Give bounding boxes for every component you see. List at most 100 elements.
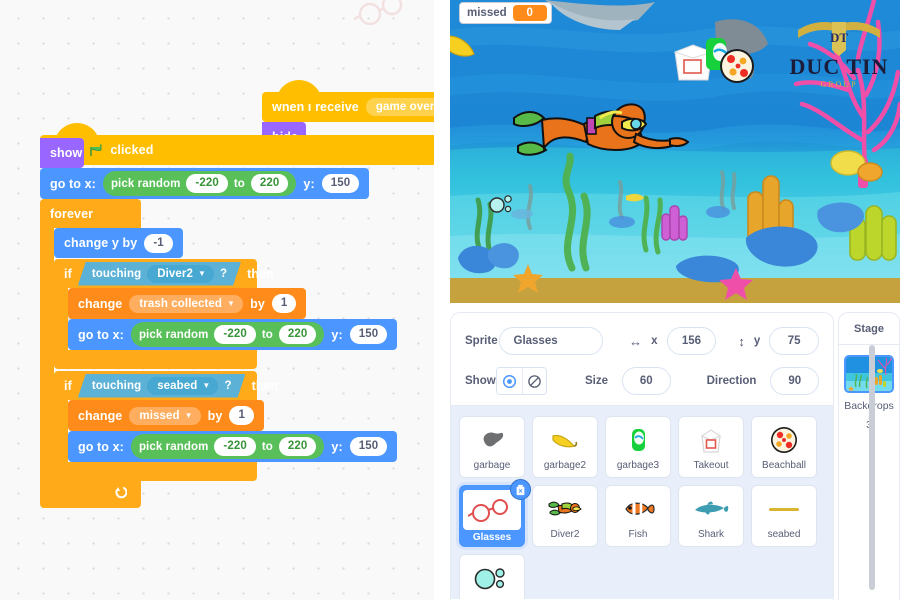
seabed-icon [768,491,800,527]
chevron-down-icon: ▼ [197,268,206,278]
forever-left-wall [40,228,54,478]
pick-random-block-1[interactable]: pick random -220 to 220 [102,171,297,196]
by-label: by [250,296,265,311]
diver-icon [548,491,582,527]
when-i-receive-block[interactable]: when I receive game over ▼ [262,80,434,122]
then-label: then [247,266,274,281]
if-seabed-footer [54,462,257,481]
sprite-name: Fish [628,529,648,540]
x-label: x [651,335,658,347]
variable-dropdown-trash[interactable]: trash collected ▼ [129,294,244,313]
stage-display[interactable]: DT DUC TIN GROUP missed 0 [450,0,900,303]
sprite-name: garbage [473,460,511,471]
change-trash-collected-block[interactable]: change trash collected ▼ by 1 [68,288,307,319]
delete-sprite-button[interactable] [510,479,531,500]
sprite-card-garbage[interactable]: garbage [459,416,525,478]
touching-diver2-predicate[interactable]: touching Diver2 ▼ ? [78,262,241,286]
stage-logo-title: DUC TIN [790,54,889,79]
change-missed-block[interactable]: change missed ▼ by 1 [68,400,264,431]
variable-dropdown-missed[interactable]: missed ▼ [129,406,201,425]
code-workspace[interactable]: when I receive game over ▼ hide when cli… [0,0,434,600]
random-to-input[interactable]: 220 [278,437,317,456]
eye-icon [502,374,517,388]
sprite-card-orange[interactable]: Orange [459,554,525,599]
if-diver2-header[interactable]: if touching Diver2 ▼ ? then [54,259,274,288]
sprite-list[interactable]: garbage garbage2 garbage3 Takeout Beachb… [451,406,833,599]
show-block[interactable]: show [40,138,84,168]
message-value: game over [375,101,434,113]
touching-seabed-predicate[interactable]: touching seabed ▼ ? [78,374,246,398]
sprite-name: Beachball [762,460,806,471]
by-label: by [207,408,223,423]
pick-random-block-2[interactable]: pick random -220 to 220 [130,322,325,347]
message-dropdown[interactable]: game over ▼ [365,98,434,116]
shark-icon [693,491,729,527]
monitor-label: missed [467,7,507,19]
go-to-y-label: y: [331,439,343,454]
change-label: change [78,296,123,311]
if-label: if [64,378,72,393]
sprite-card-seabed[interactable]: seabed [751,485,817,547]
sprite-card-takeout[interactable]: Takeout [678,416,744,478]
sprite-card-beachball[interactable]: Beachball [751,416,817,478]
go-to-y-label: y: [331,327,343,342]
y-input-2[interactable]: 150 [349,325,388,344]
sprite-name: Takeout [693,460,729,471]
go-to-xy-block-3[interactable]: go to x: pick random -220 to 220 y: 150 [68,431,398,462]
size-input[interactable]: 60 [622,367,671,395]
sprite-card-shark[interactable]: Shark [678,485,744,547]
sprite-card-garbage2[interactable]: garbage2 [532,416,598,478]
sprite-name-input[interactable]: Glasses [498,327,604,355]
when-flag-clicked-block[interactable]: when clicked [40,123,434,165]
y-input-1[interactable]: 150 [321,174,360,193]
banana-icon [550,422,580,458]
direction-label: Direction [706,375,757,387]
panel-scrollbar[interactable] [869,345,875,590]
to-label: to [261,440,273,453]
change-trash-value[interactable]: 1 [271,294,297,313]
chevron-down-icon: ▼ [202,380,211,390]
random-to-input[interactable]: 220 [250,174,289,193]
show-visible-button[interactable] [497,368,522,394]
variable-name-missed: missed [139,409,180,422]
sprite-card-fish[interactable]: Fish [605,485,671,547]
sprite-name: garbage2 [543,460,587,471]
variable-monitor-missed: missed 0 [459,2,552,24]
soda-can-icon [628,422,648,458]
svg-text:DT: DT [830,30,848,45]
pick-random-block-3[interactable]: pick random -220 to 220 [130,434,325,459]
go-to-x-label: go to x: [50,176,96,191]
if-diver2-footer [54,350,257,369]
y-input-3[interactable]: 150 [349,437,388,456]
x-position-input[interactable]: 156 [666,327,717,355]
y-position-value: 75 [787,335,801,347]
sprite-card-glasses[interactable]: Glasses [459,479,531,547]
question-mark-label: ? [219,267,228,280]
sprite-name: Orange [460,596,524,599]
random-from-input[interactable]: -220 [214,437,256,456]
clicked-label: clicked [110,143,154,157]
forever-header[interactable]: forever [40,199,141,228]
random-from-input[interactable]: -220 [214,325,256,344]
sprite-card-garbage3[interactable]: garbage3 [605,416,671,478]
if-label: if [64,266,72,281]
touching-target-dropdown[interactable]: seabed ▼ [147,377,218,395]
change-y-label: change y by [64,236,138,250]
change-y-input[interactable]: -1 [144,233,173,253]
show-hidden-button[interactable] [521,368,546,394]
go-to-xy-block-2[interactable]: go to x: pick random -220 to 220 y: 150 [68,319,398,350]
to-label: to [261,328,273,341]
change-missed-value[interactable]: 1 [229,406,254,425]
if-seabed-header[interactable]: if touching seabed ▼ ? then [54,371,278,400]
direction-input[interactable]: 90 [770,367,820,395]
show-toggle-group[interactable] [496,367,547,395]
touching-target-dropdown[interactable]: Diver2 ▼ [147,265,214,283]
go-to-xy-block-1[interactable]: go to x: pick random -220 to 220 y: 150 [40,168,370,199]
change-y-by-block[interactable]: change y by -1 [54,228,183,258]
sprite-card-diver2[interactable]: Diver2 [532,485,598,547]
y-position-input[interactable]: 75 [769,327,820,355]
forever-label: forever [50,206,94,221]
sprite-info-row-1: Sprite Glasses ↔ x 156 ↕ y 75 [465,325,820,357]
random-to-input[interactable]: 220 [278,325,317,344]
random-from-input[interactable]: -220 [186,174,228,193]
